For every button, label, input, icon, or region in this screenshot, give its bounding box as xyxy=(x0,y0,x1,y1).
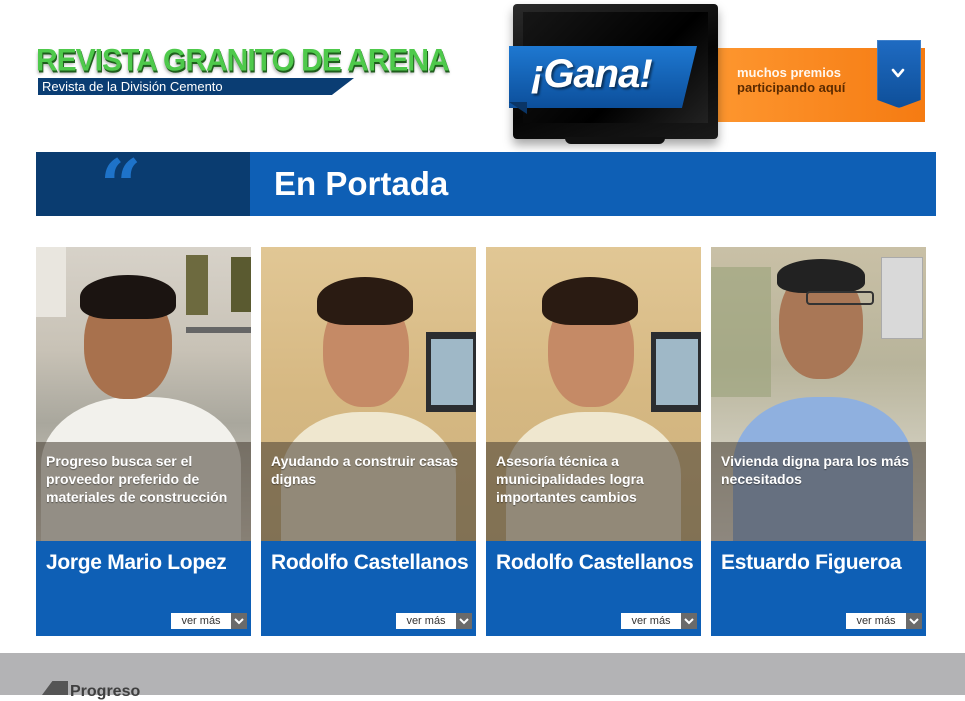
site-logo[interactable]: REVISTA GRANITO DE ARENA Revista de la D… xyxy=(36,43,466,100)
article-caption: Vivienda digna para los más necesitados xyxy=(721,453,910,487)
ver-mas-button[interactable]: ver más xyxy=(396,613,472,629)
article-name-panel: Jorge Mario Lopez ver más xyxy=(36,541,251,636)
footer-brand[interactable]: Progreso xyxy=(70,683,140,701)
article-person-name: Jorge Mario Lopez xyxy=(46,551,227,574)
article-photo[interactable]: Vivienda digna para los más necesitados xyxy=(711,247,926,541)
article-name-panel: Rodolfo Castellanos ver más xyxy=(486,541,701,636)
article-card[interactable]: Progreso busca ser el proveedor preferid… xyxy=(36,247,251,636)
ver-mas-label: ver más xyxy=(406,615,446,627)
promo-text-line2: participando aquí xyxy=(737,80,846,95)
article-person-name: Estuardo Figueroa xyxy=(721,551,902,574)
article-name-panel: Estuardo Figueroa ver más xyxy=(711,541,926,636)
tv-stand xyxy=(565,137,665,144)
promo-expand-button[interactable] xyxy=(877,40,921,108)
chevron-down-icon xyxy=(906,613,922,629)
article-person-name: Rodolfo Castellanos xyxy=(271,551,469,574)
footer: Progreso xyxy=(0,653,965,700)
chevron-down-icon xyxy=(456,613,472,629)
section-header: “ En Portada xyxy=(36,143,936,228)
chevron-down-icon xyxy=(231,613,247,629)
article-photo[interactable]: Ayudando a construir casas dignas xyxy=(261,247,476,541)
promo-banner[interactable]: ¡Gana! muchos premios participando aquí xyxy=(505,4,935,146)
section-header-icon-panel: “ xyxy=(36,143,250,228)
section-title: En Portada xyxy=(274,165,449,202)
article-name-panel: Rodolfo Castellanos ver más xyxy=(261,541,476,636)
ver-mas-button[interactable]: ver más xyxy=(621,613,697,629)
ver-mas-button[interactable]: ver más xyxy=(171,613,247,629)
article-photo[interactable]: Asesoría técnica a municipalidades logra… xyxy=(486,247,701,541)
ver-mas-label: ver más xyxy=(181,615,221,627)
footer-logo-icon xyxy=(42,681,68,695)
ver-mas-label: ver más xyxy=(631,615,671,627)
article-photo[interactable]: Progreso busca ser el proveedor preferid… xyxy=(36,247,251,541)
promo-headline: ¡Gana! xyxy=(531,52,653,96)
promo-text-line1: muchos premios xyxy=(737,65,842,80)
logo-subtitle: Revista de la División Cemento xyxy=(42,79,223,94)
chevron-down-icon xyxy=(891,68,905,78)
ver-mas-button[interactable]: ver más xyxy=(846,613,922,629)
article-caption: Progreso busca ser el proveedor preferid… xyxy=(46,453,228,505)
ver-mas-label: ver más xyxy=(856,615,896,627)
logo-title: REVISTA GRANITO DE ARENA xyxy=(36,43,450,78)
article-caption: Asesoría técnica a municipalidades logra… xyxy=(496,453,644,505)
article-card[interactable]: Vivienda digna para los más necesitados … xyxy=(711,247,926,636)
article-card[interactable]: Ayudando a construir casas dignas Rodolf… xyxy=(261,247,476,636)
article-person-name: Rodolfo Castellanos xyxy=(496,551,694,574)
article-caption: Ayudando a construir casas dignas xyxy=(271,453,458,487)
quote-icon: “ xyxy=(100,143,142,228)
chevron-down-icon xyxy=(681,613,697,629)
article-card[interactable]: Asesoría técnica a municipalidades logra… xyxy=(486,247,701,636)
